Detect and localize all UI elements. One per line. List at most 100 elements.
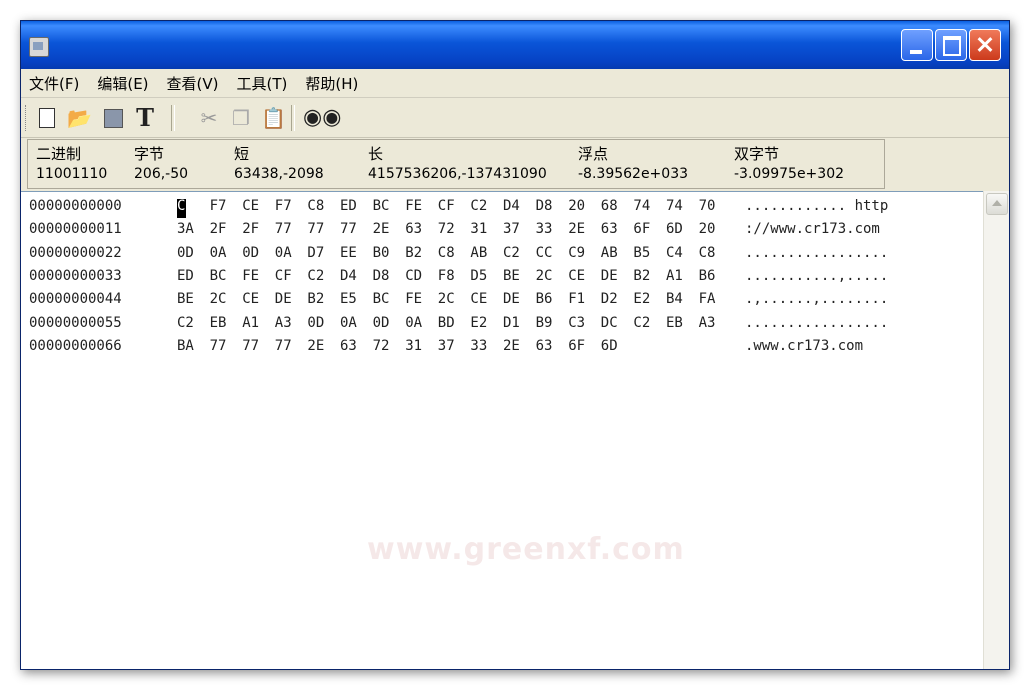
hex-byte[interactable]: D4 (503, 198, 520, 214)
hex-byte[interactable]: A1 (242, 315, 259, 331)
hex-byte[interactable]: 2E (503, 338, 520, 354)
hex-byte[interactable]: E2 (633, 291, 650, 307)
ascii-text[interactable]: ...........,..... (745, 268, 888, 284)
hex-byte[interactable]: 74 (666, 198, 683, 214)
minimize-button[interactable] (901, 29, 933, 61)
hex-byte[interactable]: ED (177, 268, 194, 284)
hex-byte[interactable]: 74 (633, 198, 650, 214)
hex-byte[interactable]: C4 (666, 245, 683, 261)
hex-byte[interactable]: 20 (568, 198, 585, 214)
ascii-text[interactable]: ................. (745, 245, 888, 261)
hex-byte[interactable]: F8 (438, 268, 455, 284)
hex-byte[interactable]: DE (601, 268, 618, 284)
hex-byte[interactable]: 63 (340, 338, 357, 354)
hex-byte[interactable]: 77 (307, 221, 324, 237)
toolbar-grip[interactable] (25, 105, 29, 131)
hex-byte[interactable]: 6F (633, 221, 650, 237)
hex-byte[interactable]: 0A (340, 315, 357, 331)
hex-byte[interactable]: CE (568, 268, 585, 284)
hex-byte[interactable]: D8 (536, 198, 553, 214)
hex-byte[interactable]: FA (699, 291, 716, 307)
paste-icon[interactable]: 📋 (261, 106, 286, 130)
hex-byte[interactable]: 77 (275, 338, 292, 354)
hex-byte[interactable]: 3A (177, 221, 194, 237)
menu-help[interactable]: 帮助(H) (305, 73, 358, 94)
hex-byte[interactable]: A1 (666, 268, 683, 284)
hex-byte[interactable]: 0A (210, 245, 227, 261)
hex-byte[interactable]: AB (601, 245, 618, 261)
copy-icon[interactable]: ❐ (229, 106, 253, 130)
hex-byte[interactable]: EE (340, 245, 357, 261)
title-bar[interactable] (21, 21, 1009, 69)
maximize-button[interactable] (935, 29, 967, 61)
ascii-text[interactable]: ................. (745, 315, 888, 331)
hex-byte[interactable]: 68 (601, 198, 618, 214)
hex-byte[interactable]: C2 (177, 315, 194, 331)
hex-byte[interactable]: 33 (536, 221, 553, 237)
hex-byte[interactable]: E5 (340, 291, 357, 307)
hex-byte[interactable]: DE (275, 291, 292, 307)
hex-byte[interactable]: 2C (438, 291, 455, 307)
hex-byte[interactable]: C2 (470, 198, 487, 214)
hex-byte[interactable]: D1 (503, 315, 520, 331)
hex-byte[interactable]: D8 (373, 268, 390, 284)
hex-byte[interactable]: F1 (568, 291, 585, 307)
hex-byte[interactable]: B0 (373, 245, 390, 261)
hex-byte[interactable]: 63 (405, 221, 422, 237)
hex-byte[interactable]: D5 (470, 268, 487, 284)
hex-byte[interactable]: 31 (470, 221, 487, 237)
ascii-text[interactable]: ............ http (745, 198, 888, 214)
app-icon[interactable] (29, 37, 49, 57)
ascii-text[interactable]: .,......,........ (745, 291, 888, 307)
menu-edit[interactable]: 编辑(E) (97, 73, 148, 94)
hex-byte[interactable]: 2F (242, 221, 259, 237)
menu-tools[interactable]: 工具(T) (237, 73, 288, 94)
hex-byte[interactable]: 0D (373, 315, 390, 331)
hex-byte[interactable]: D2 (601, 291, 618, 307)
binoculars-icon[interactable]: ◉◉ (303, 106, 341, 130)
hex-byte[interactable]: DE (503, 291, 520, 307)
hex-byte[interactable]: 37 (438, 338, 455, 354)
hex-byte[interactable]: FE (405, 291, 422, 307)
hex-byte[interactable]: F7 (210, 198, 227, 214)
hex-byte[interactable]: 72 (373, 338, 390, 354)
hex-byte[interactable]: 2F (210, 221, 227, 237)
open-folder-icon[interactable]: 📂 (67, 106, 92, 130)
hex-byte[interactable]: 6D (666, 221, 683, 237)
hex-byte[interactable]: BE (177, 291, 194, 307)
cut-icon[interactable]: ✂ (197, 106, 221, 130)
hex-byte[interactable]: 77 (340, 221, 357, 237)
hex-byte[interactable]: 70 (699, 198, 716, 214)
hex-byte[interactable]: 6F (568, 338, 585, 354)
hex-byte[interactable]: 2E (307, 338, 324, 354)
hex-byte[interactable]: FE (405, 198, 422, 214)
hex-byte[interactable]: 6D (601, 338, 618, 354)
hex-byte[interactable]: 77 (275, 221, 292, 237)
hex-byte[interactable]: E2 (470, 315, 487, 331)
hex-byte[interactable]: C8 (699, 245, 716, 261)
hex-byte[interactable]: B2 (633, 268, 650, 284)
menu-file[interactable]: 文件(F) (29, 73, 79, 94)
hex-view[interactable]: www.greenxf.com 00000000000 CE F7 CE F7 C8 ED B… (21, 191, 983, 669)
hex-byte[interactable]: 0D (177, 245, 194, 261)
hex-byte[interactable]: 2E (373, 221, 390, 237)
hex-byte[interactable]: BC (373, 291, 390, 307)
hex-byte[interactable]: CE (177, 198, 194, 214)
hex-byte[interactable]: 2C (210, 291, 227, 307)
close-button[interactable] (969, 29, 1001, 61)
vertical-scrollbar[interactable] (983, 191, 1009, 669)
hex-byte[interactable]: 31 (405, 338, 422, 354)
hex-byte[interactable]: 63 (536, 338, 553, 354)
hex-byte[interactable]: BC (373, 198, 390, 214)
hex-byte[interactable]: CE (242, 198, 259, 214)
hex-byte[interactable]: C2 (633, 315, 650, 331)
hex-byte[interactable]: F7 (275, 198, 292, 214)
hex-byte[interactable]: BC (210, 268, 227, 284)
hex-byte[interactable]: 72 (438, 221, 455, 237)
hex-byte[interactable]: BE (503, 268, 520, 284)
ascii-text[interactable]: .www.cr173.com (745, 338, 863, 354)
hex-byte[interactable]: CD (405, 268, 422, 284)
hex-byte[interactable]: EB (210, 315, 227, 331)
menu-view[interactable]: 查看(V) (167, 73, 219, 94)
hex-byte[interactable]: CF (275, 268, 292, 284)
